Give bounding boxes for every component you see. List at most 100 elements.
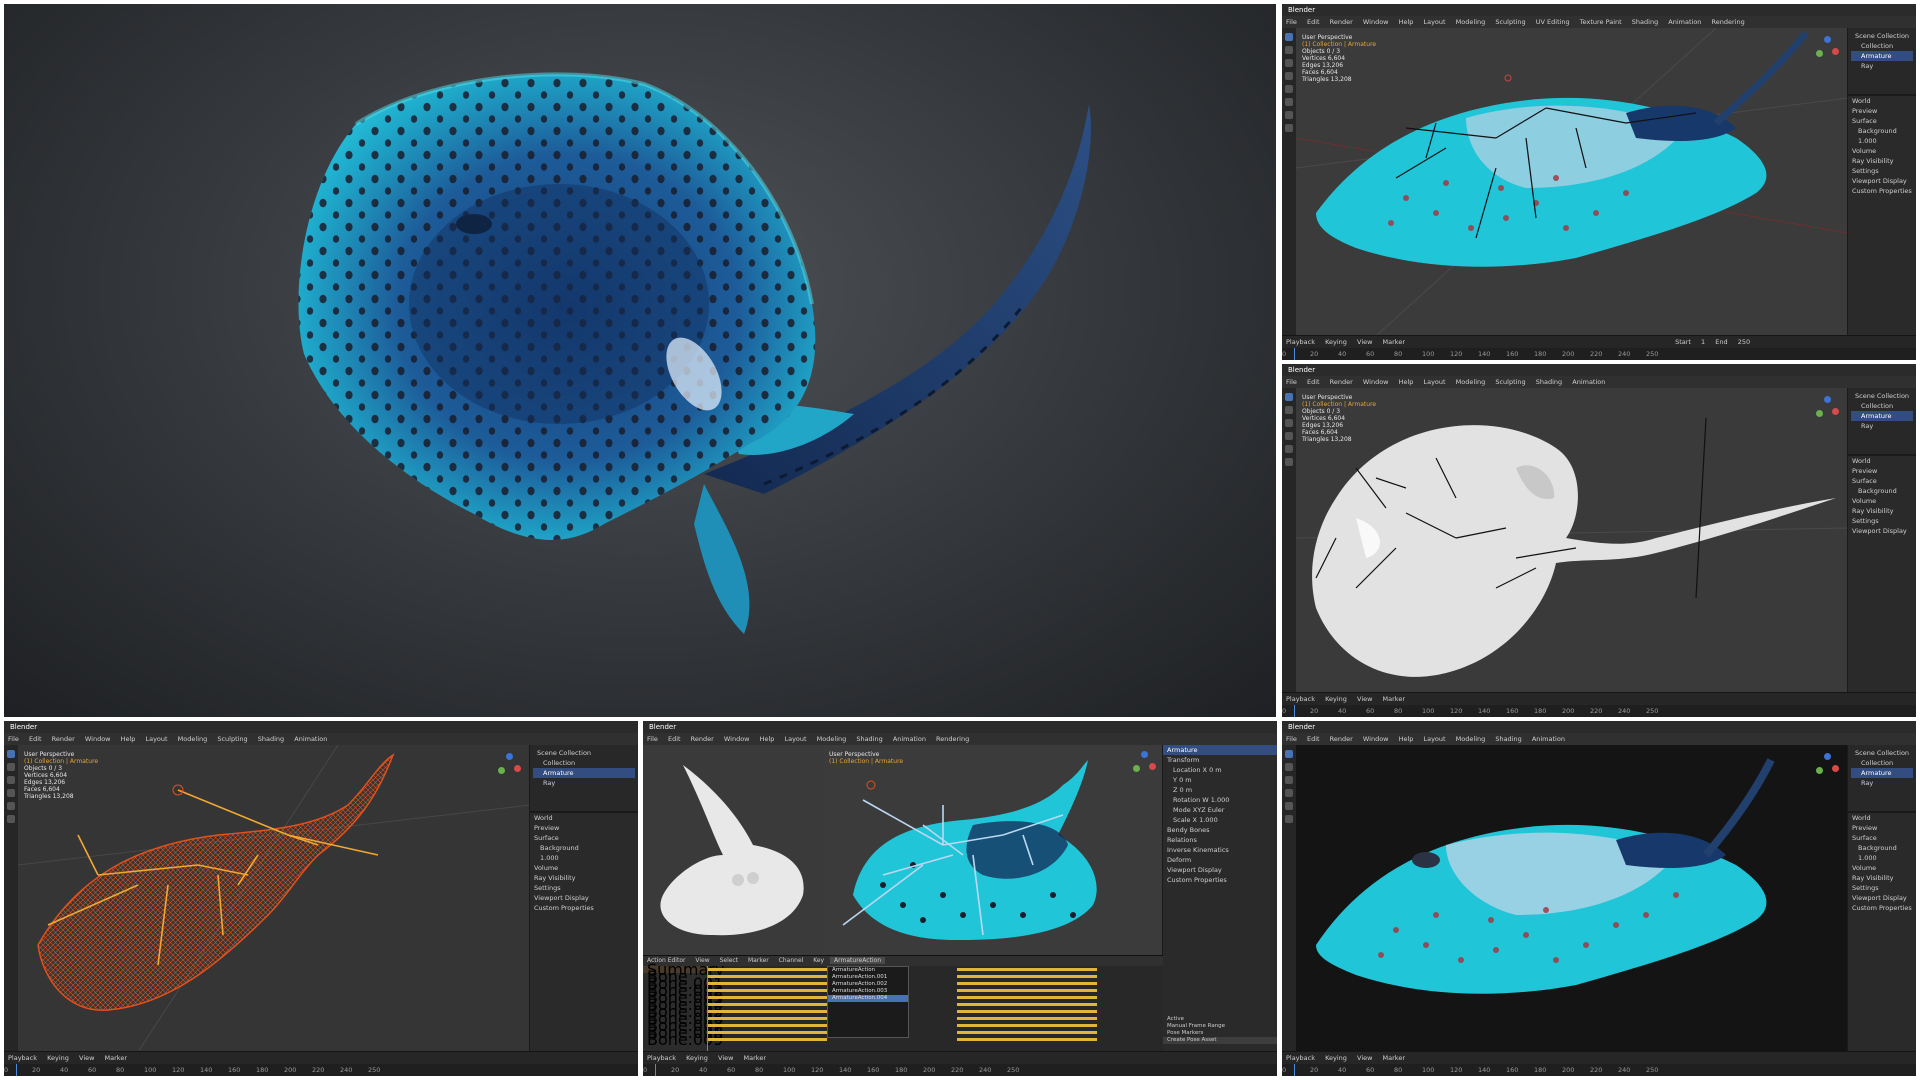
section-surface[interactable]: Surface: [1848, 116, 1916, 126]
section-ray-visibility[interactable]: Ray Visibility: [1848, 156, 1916, 166]
section-volume[interactable]: Volume: [1848, 496, 1916, 506]
transform-tool-icon[interactable]: [1285, 98, 1293, 106]
menu-window[interactable]: Window: [81, 733, 115, 745]
3d-viewport[interactable]: User Perspective (1) Collection | Armatu…: [1296, 388, 1848, 693]
timeline-playback-menu[interactable]: Playback: [4, 1054, 41, 1062]
menu-edit[interactable]: Edit: [1303, 376, 1324, 388]
surface-field[interactable]: Background: [1848, 486, 1916, 496]
select-tool-icon[interactable]: [7, 750, 15, 758]
playhead[interactable]: [1294, 705, 1295, 717]
outliner-collection[interactable]: Collection: [1851, 41, 1913, 51]
timeline-playback-menu[interactable]: Playback: [1282, 1054, 1319, 1062]
strength-field[interactable]: 1.000: [1848, 853, 1916, 863]
select-tool-icon[interactable]: [1285, 33, 1293, 41]
scale-tool-icon[interactable]: [1285, 445, 1293, 453]
section-ray-visibility[interactable]: Ray Visibility: [530, 873, 638, 883]
menu-file[interactable]: File: [1282, 733, 1301, 745]
frame-ruler[interactable]: 0 20 40 60 80 100 120 140 160 180 200 220 240 250: [4, 1064, 638, 1076]
select-tool-icon[interactable]: [1285, 750, 1293, 758]
move-tool-icon[interactable]: [1285, 419, 1293, 427]
section-ray-visibility[interactable]: Ray Visibility: [1848, 506, 1916, 516]
move-tool-icon[interactable]: [1285, 776, 1293, 784]
rotation-w-row[interactable]: Rotation W 1.000: [1163, 795, 1277, 805]
action-editor[interactable]: Action Editor View Select Marker Channel…: [643, 955, 1163, 1053]
rotate-tool-icon[interactable]: [1285, 72, 1293, 80]
cursor-tool-icon[interactable]: [7, 763, 15, 771]
timeline-playback-menu[interactable]: Playback: [1282, 695, 1319, 703]
surface-field[interactable]: Background: [530, 843, 638, 853]
tab-modeling[interactable]: Modeling: [1452, 376, 1490, 388]
navigation-gizmo[interactable]: [496, 753, 522, 779]
tab-shading[interactable]: Shading: [1491, 733, 1525, 745]
section-surface[interactable]: Surface: [530, 833, 638, 843]
camera-viewport[interactable]: [643, 745, 823, 955]
section-volume[interactable]: Volume: [530, 863, 638, 873]
frame-ruler[interactable]: 0 20 40 60 80 100 120 140 160 180 200 220 240 250: [1282, 705, 1916, 717]
section-settings[interactable]: Settings: [1848, 166, 1916, 176]
rotate-tool-icon[interactable]: [1285, 432, 1293, 440]
timeline-marker-menu[interactable]: Marker: [1379, 1054, 1409, 1062]
timeline-view-menu[interactable]: View: [1353, 695, 1376, 703]
outliner-scene-collection[interactable]: Scene Collection: [533, 748, 635, 758]
menu-edit[interactable]: Edit: [664, 733, 685, 745]
key-menu[interactable]: Key: [809, 957, 828, 964]
outliner-ray[interactable]: Ray: [533, 778, 635, 788]
outliner-armature[interactable]: Armature: [1851, 51, 1913, 61]
outliner-ray[interactable]: Ray: [1851, 778, 1913, 788]
tab-modeling[interactable]: Modeling: [1452, 733, 1490, 745]
tab-layout[interactable]: Layout: [141, 733, 171, 745]
strength-field[interactable]: 1.000: [1848, 136, 1916, 146]
3d-viewport[interactable]: User Perspective (1) Collection | Armatu…: [1296, 28, 1848, 336]
playhead[interactable]: [1294, 1064, 1295, 1076]
outliner-collection[interactable]: Collection: [1851, 401, 1913, 411]
navigation-gizmo[interactable]: [1814, 36, 1840, 62]
timeline-marker-menu[interactable]: Marker: [101, 1054, 131, 1062]
cursor-tool-icon[interactable]: [1285, 763, 1293, 771]
tab-animation[interactable]: Animation: [1528, 733, 1569, 745]
menu-help[interactable]: Help: [117, 733, 140, 745]
section-volume[interactable]: Volume: [1848, 863, 1916, 873]
outliner-ray[interactable]: Ray: [1851, 421, 1913, 431]
menu-edit[interactable]: Edit: [1303, 733, 1324, 745]
action-dropdown[interactable]: ArmatureAction ArmatureAction.001 Armatu…: [827, 966, 909, 1038]
manual-frame-range[interactable]: Manual Frame Range: [1163, 1023, 1277, 1030]
location-y-row[interactable]: Y 0 m: [1163, 775, 1277, 785]
menu-window[interactable]: Window: [1359, 376, 1393, 388]
menu-edit[interactable]: Edit: [1303, 16, 1324, 28]
section-settings[interactable]: Settings: [1848, 516, 1916, 526]
tab-texture-paint[interactable]: Texture Paint: [1576, 16, 1626, 28]
menu-window[interactable]: Window: [1359, 733, 1393, 745]
menu-edit[interactable]: Edit: [25, 733, 46, 745]
frame-ruler[interactable]: 0 20 40 60 80 100 120 140 160 180 200 220 240 250: [1282, 348, 1916, 360]
channel-bone-009[interactable]: Bone.009: [643, 1032, 723, 1048]
tab-layout[interactable]: Layout: [1419, 376, 1449, 388]
section-preview[interactable]: Preview: [530, 823, 638, 833]
tab-layout[interactable]: Layout: [780, 733, 810, 745]
tab-modeling[interactable]: Modeling: [174, 733, 212, 745]
pose-markers[interactable]: Pose Markers: [1163, 1030, 1277, 1037]
section-preview[interactable]: Preview: [1848, 823, 1916, 833]
select-tool-icon[interactable]: [1285, 393, 1293, 401]
tab-shading[interactable]: Shading: [852, 733, 886, 745]
menu-help[interactable]: Help: [1395, 16, 1418, 28]
outliner-ray[interactable]: Ray: [1851, 61, 1913, 71]
timeline-marker-menu[interactable]: Marker: [1379, 338, 1409, 346]
tab-animation[interactable]: Animation: [1568, 376, 1609, 388]
frame-ruler[interactable]: 0 20 40 60 80 100 120 140 160 180 200 220 240 250: [1282, 1064, 1916, 1076]
strength-field[interactable]: 1.000: [530, 853, 638, 863]
outliner-scene-collection[interactable]: Scene Collection: [1851, 391, 1913, 401]
start-frame-field[interactable]: 1: [1697, 338, 1709, 346]
timeline-view-menu[interactable]: View: [1353, 338, 1376, 346]
annotate-tool-icon[interactable]: [1285, 111, 1293, 119]
channel-menu[interactable]: Channel: [775, 957, 808, 964]
menu-help[interactable]: Help: [1395, 376, 1418, 388]
action-selector[interactable]: ArmatureAction: [830, 957, 886, 964]
menu-render[interactable]: Render: [48, 733, 79, 745]
outliner-armature[interactable]: Armature: [1163, 745, 1277, 755]
measure-tool-icon[interactable]: [1285, 124, 1293, 132]
section-settings[interactable]: Settings: [530, 883, 638, 893]
menu-file[interactable]: File: [1282, 16, 1301, 28]
tab-rendering[interactable]: Rendering: [932, 733, 973, 745]
timeline-keying-menu[interactable]: Keying: [1321, 338, 1351, 346]
menu-render[interactable]: Render: [1326, 16, 1357, 28]
